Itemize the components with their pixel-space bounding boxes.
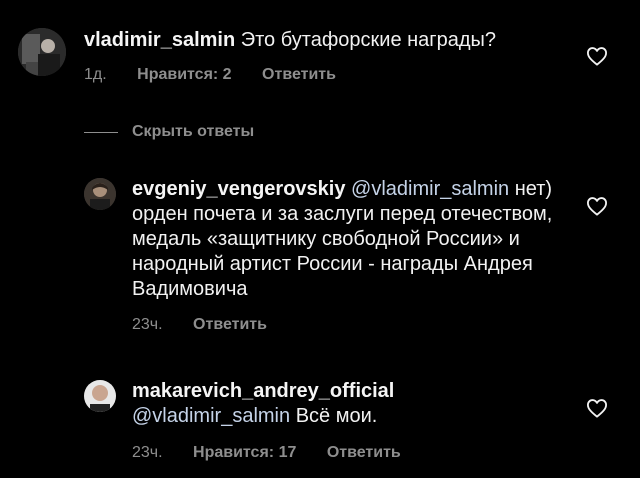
mention-link[interactable]: @vladimir_salmin [351, 178, 509, 200]
comment-meta: 23ч. Нравится: 17 Ответить [132, 444, 427, 462]
comment-time: 23ч. [132, 316, 163, 333]
mention-link[interactable]: @vladimir_salmin [132, 405, 290, 427]
heart-outline-icon[interactable] [586, 196, 608, 216]
hide-replies-label: Скрыть ответы [132, 123, 255, 140]
hide-replies-button[interactable]: Скрыть ответы [84, 122, 254, 142]
comment-meta: 23ч. Ответить [132, 316, 293, 334]
avatar[interactable] [84, 178, 116, 210]
comment-username[interactable]: makarevich_andrey_official [132, 380, 394, 402]
heart-outline-icon[interactable] [586, 46, 608, 66]
reply-button[interactable]: Ответить [262, 66, 336, 83]
comment-likes[interactable]: Нравится: 17 [193, 444, 296, 461]
comment-time: 1д. [84, 66, 107, 83]
comment-time: 23ч. [132, 444, 163, 461]
comment-meta: 1д. Нравится: 2 Ответить [84, 66, 362, 84]
comment-text: evgeniy_vengerovskiy @vladimir_salmin не… [132, 177, 572, 302]
comment-message: Это бутафорские награды? [240, 29, 496, 51]
comment-username[interactable]: vladimir_salmin [84, 29, 235, 51]
comment-message: Всё мои. [295, 405, 378, 427]
hide-replies-divider [84, 131, 118, 133]
reply-button[interactable]: Ответить [193, 316, 267, 333]
reply-button[interactable]: Ответить [327, 444, 401, 461]
comment-text: makarevich_andrey_official @vladimir_sal… [132, 379, 572, 429]
avatar[interactable] [84, 380, 116, 412]
comment-text: vladimir_salmin Это бутафорские награды? [84, 28, 564, 53]
heart-outline-icon[interactable] [586, 398, 608, 418]
comment-username[interactable]: evgeniy_vengerovskiy [132, 178, 345, 200]
comment-likes[interactable]: Нравится: 2 [137, 66, 231, 83]
avatar[interactable] [18, 28, 66, 76]
